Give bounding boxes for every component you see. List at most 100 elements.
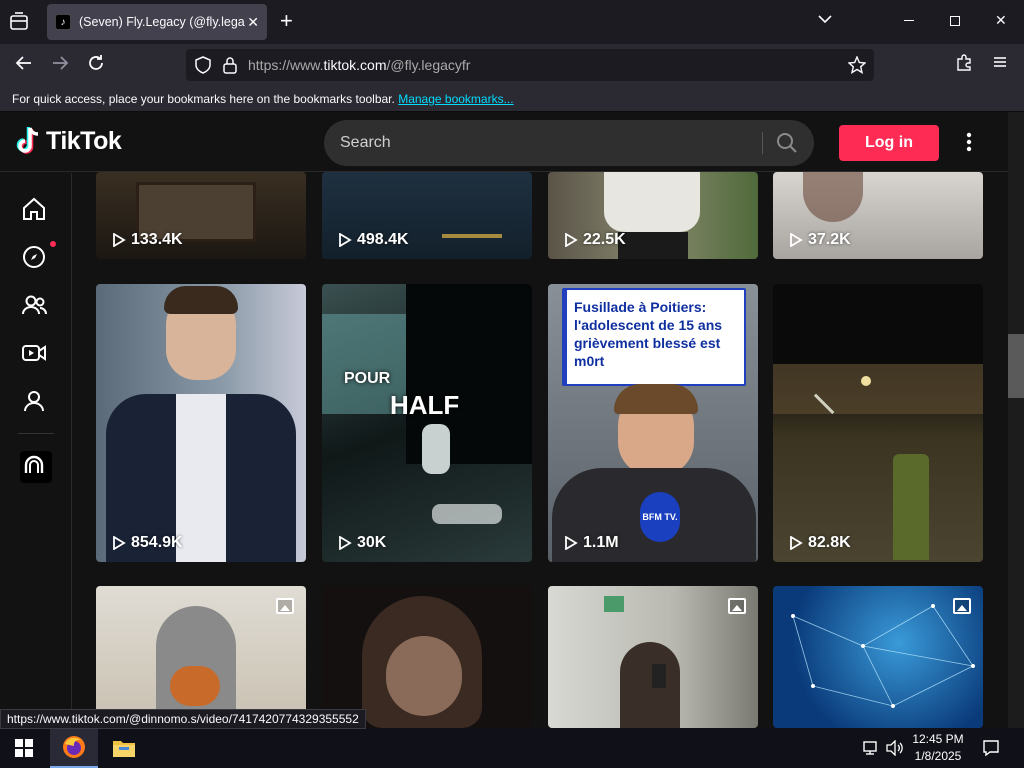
- browser-tab-active[interactable]: ♪ (Seven) Fly.Legacy (@fly.legacyfr ✕: [47, 4, 267, 40]
- tab-list-icon[interactable]: [8, 12, 30, 32]
- photo-icon: [276, 598, 294, 614]
- lock-icon[interactable]: [222, 56, 238, 79]
- shield-icon[interactable]: [194, 56, 212, 79]
- search-input[interactable]: [340, 134, 740, 152]
- thumbnail-shape: [620, 642, 680, 728]
- profile-icon[interactable]: [20, 387, 52, 419]
- view-count-text: 22.5K: [583, 231, 626, 248]
- thumbnail-shape: [614, 384, 698, 414]
- video-card[interactable]: [322, 586, 532, 728]
- photo-card[interactable]: [773, 586, 983, 728]
- thumbnail-shape: [803, 172, 863, 222]
- firefox-taskbar-icon[interactable]: [50, 728, 98, 768]
- browser-nav-bar: https://www.tiktok.com/@fly.legacyfr: [0, 44, 1024, 86]
- url-domain: tiktok.com: [323, 57, 387, 73]
- manage-bookmarks-link[interactable]: Manage bookmarks...: [398, 92, 513, 106]
- following-icon[interactable]: [20, 291, 52, 323]
- tiktok-header: TikTok Log in: [0, 112, 1008, 172]
- news-headline: Fusillade à Poitiers: l'adolescent de 15…: [574, 299, 723, 369]
- news-headline-box: Fusillade à Poitiers: l'adolescent de 15…: [562, 288, 746, 386]
- page-scrollbar[interactable]: [1008, 112, 1024, 728]
- browser-tab-strip: ♪ (Seven) Fly.Legacy (@fly.legacyfr ✕ + …: [0, 0, 1024, 44]
- url-text[interactable]: https://www.tiktok.com/@fly.legacyfr: [248, 57, 470, 73]
- tab-title: (Seven) Fly.Legacy (@fly.legacyfr: [79, 15, 245, 29]
- video-card[interactable]: 37.2K: [773, 172, 983, 259]
- notification-dot: [50, 241, 56, 247]
- list-all-tabs-icon[interactable]: [818, 12, 832, 29]
- video-card[interactable]: 22.5K: [548, 172, 758, 259]
- thumbnail-shape: [604, 172, 700, 232]
- thumbnail-shape: [176, 394, 226, 562]
- play-icon: [565, 233, 578, 247]
- login-button[interactable]: Log in: [839, 125, 939, 161]
- close-window-icon[interactable]: ✕: [995, 12, 1007, 29]
- notification-center-icon[interactable]: [976, 728, 1006, 768]
- overlay-text-half: HALF: [390, 390, 460, 420]
- more-options-icon[interactable]: [960, 128, 978, 156]
- thumbnail-shape: [893, 454, 929, 560]
- view-count-text: 37.2K: [808, 231, 851, 248]
- tiktok-logo[interactable]: TikTok: [16, 126, 122, 156]
- video-card[interactable]: 133.4K: [96, 172, 306, 259]
- sidebar-divider: [18, 433, 54, 434]
- bookmark-star-icon[interactable]: [847, 55, 867, 79]
- tiktok-page: TikTok Log in: [0, 112, 1008, 728]
- forward-icon[interactable]: [50, 53, 70, 78]
- view-count: 498.4K: [338, 231, 409, 249]
- search-icon[interactable]: [776, 132, 798, 154]
- live-icon[interactable]: [20, 339, 52, 371]
- back-icon[interactable]: [14, 53, 34, 78]
- view-count-text: 498.4K: [357, 231, 409, 248]
- file-explorer-icon[interactable]: [100, 728, 148, 768]
- video-card[interactable]: 854.9K: [96, 284, 306, 562]
- explore-icon[interactable]: [20, 241, 56, 275]
- thumbnail-shape: [386, 636, 462, 716]
- thumbnail-shape: [432, 504, 502, 524]
- thumbnail-shape: [442, 234, 502, 238]
- restore-icon[interactable]: [950, 16, 960, 26]
- play-icon: [339, 233, 352, 247]
- play-icon: [113, 233, 126, 247]
- thumbnail-shape: [164, 286, 238, 314]
- photo-icon: [728, 598, 746, 614]
- volume-icon[interactable]: [884, 728, 906, 768]
- url-path: /@fly.legacyfr: [386, 57, 471, 73]
- view-count: 82.8K: [789, 534, 851, 552]
- bfm-mic-logo: BFM TV.: [640, 492, 680, 542]
- search-bar[interactable]: [324, 120, 814, 166]
- logo-text: TikTok: [46, 126, 122, 155]
- creator-icon[interactable]: [20, 451, 52, 483]
- address-bar[interactable]: https://www.tiktok.com/@fly.legacyfr: [186, 49, 874, 81]
- thumbnail-shape: [604, 596, 624, 612]
- play-icon: [339, 536, 352, 550]
- photo-card[interactable]: [548, 586, 758, 728]
- tiktok-favicon: ♪: [55, 14, 71, 30]
- extensions-icon[interactable]: [955, 53, 973, 76]
- network-globe-graphic: [791, 604, 975, 708]
- video-card[interactable]: 82.8K: [773, 284, 983, 562]
- photo-icon: [953, 598, 971, 614]
- photo-card[interactable]: [96, 586, 306, 728]
- video-card[interactable]: 498.4K: [322, 172, 532, 259]
- home-icon[interactable]: [20, 195, 52, 227]
- menu-icon[interactable]: [992, 53, 1008, 75]
- play-icon: [790, 536, 803, 550]
- network-icon[interactable]: [860, 728, 882, 768]
- thumbnail-shape: [652, 664, 666, 688]
- thumbnail-shape: [170, 666, 220, 706]
- windows-start-icon[interactable]: [0, 728, 48, 768]
- headline-stripe: [564, 290, 567, 384]
- view-count-text: 133.4K: [131, 231, 183, 248]
- view-count: 133.4K: [112, 231, 183, 249]
- thumbnail-shape: [861, 376, 871, 386]
- thumbnail-shape: [618, 232, 688, 259]
- minimize-icon[interactable]: [904, 20, 914, 21]
- scrollbar-thumb[interactable]: [1008, 334, 1024, 398]
- taskbar-clock[interactable]: 12:45 PM 1/8/2025: [908, 731, 968, 765]
- video-card[interactable]: Fusillade à Poitiers: l'adolescent de 15…: [548, 284, 758, 562]
- reload-icon[interactable]: [86, 53, 106, 78]
- close-tab-icon[interactable]: ✕: [247, 14, 259, 31]
- video-card[interactable]: POUR HALF 30K: [322, 284, 532, 562]
- overlay-text-pour: POUR: [344, 370, 391, 387]
- new-tab-icon[interactable]: +: [280, 10, 293, 32]
